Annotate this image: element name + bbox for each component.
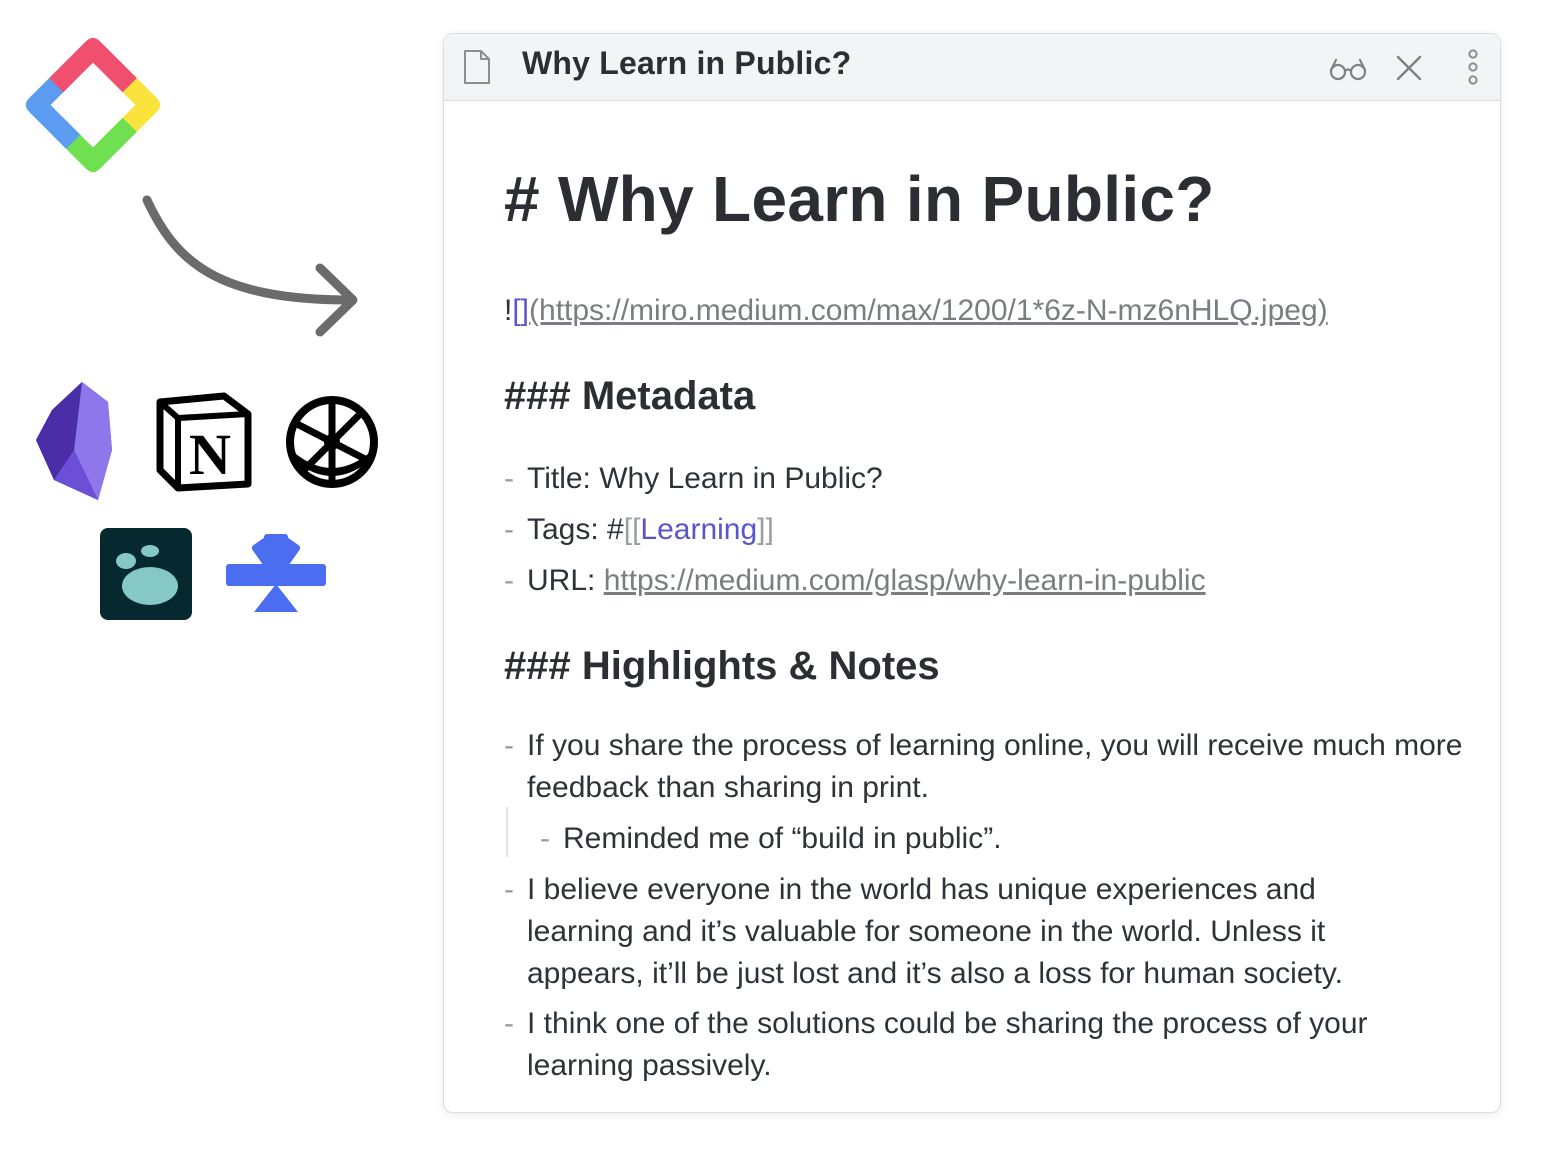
list-dash: -	[504, 462, 514, 495]
more-options-icon[interactable]	[1466, 48, 1480, 86]
window-title: Why Learn in Public?	[522, 45, 852, 81]
metadata-tags-item: - Tags: #[[Learning]]	[504, 509, 1474, 551]
highlight-text: If you share the process of learning onl…	[527, 729, 1463, 804]
window-titlebar: Why Learn in Public?	[444, 34, 1500, 101]
highlight-item: - I think one of the solutions could be …	[504, 1003, 1474, 1087]
highlight-note-text: Reminded me of “build in public”.	[563, 822, 1002, 855]
metadata-title-item: - Title: Why Learn in Public?	[504, 458, 1474, 500]
notion-logo: N	[156, 392, 252, 492]
curved-arrow-icon	[142, 195, 358, 337]
list-dash: -	[504, 873, 514, 906]
list-dash: -	[504, 1007, 514, 1040]
highlight-note-item: - Reminded me of “build in public”.	[540, 818, 1440, 860]
glasp-logo	[25, 37, 161, 173]
highlight-item: - If you share the process of learning o…	[504, 725, 1474, 809]
highlight-item: - I believe everyone in the world has un…	[504, 869, 1474, 995]
list-dash: -	[504, 564, 514, 597]
source-url-link[interactable]: https://medium.com/glasp/why-learn-in-pu…	[604, 564, 1206, 597]
highlights-heading: ### Highlights & Notes	[504, 644, 940, 688]
note-window: Why Learn in Public? # Why Learn in Publ…	[443, 33, 1501, 1113]
capacities-logo	[226, 534, 326, 612]
indent-guide	[506, 807, 508, 857]
close-icon[interactable]	[1394, 48, 1424, 86]
document-icon	[464, 50, 490, 84]
highlight-text: I think one of the solutions could be sh…	[527, 1007, 1368, 1082]
list-dash: -	[540, 822, 550, 855]
tags-open-brackets: [[	[623, 513, 641, 546]
url-label: URL:	[527, 564, 604, 597]
metadata-url-item: - URL: https://medium.com/glasp/why-lear…	[504, 560, 1474, 602]
tags-prefix: Tags: #	[527, 513, 624, 546]
image-url-link[interactable]: (https://miro.medium.com/max/1200/1*6z-N…	[529, 294, 1328, 327]
logseq-logo	[100, 528, 192, 620]
image-brackets[interactable]: []	[512, 294, 529, 327]
highlight-text: I believe everyone in the world has uniq…	[527, 873, 1343, 990]
tags-close-brackets: ]]	[757, 513, 774, 546]
obsidian-logo	[36, 382, 112, 500]
metadata-title-text: Title: Why Learn in Public?	[527, 462, 883, 495]
notion-letter: N	[189, 422, 231, 487]
list-dash: -	[504, 513, 514, 546]
glasses-icon[interactable]	[1328, 48, 1368, 86]
metadata-heading: ### Metadata	[504, 374, 756, 418]
note-heading: # Why Learn in Public?	[504, 163, 1215, 235]
image-embed-line: ![](https://miro.medium.com/max/1200/1*6…	[504, 294, 1328, 328]
tag-link-learning[interactable]: Learning	[640, 513, 757, 546]
list-dash: -	[504, 729, 514, 762]
roam-research-logo	[286, 396, 378, 488]
